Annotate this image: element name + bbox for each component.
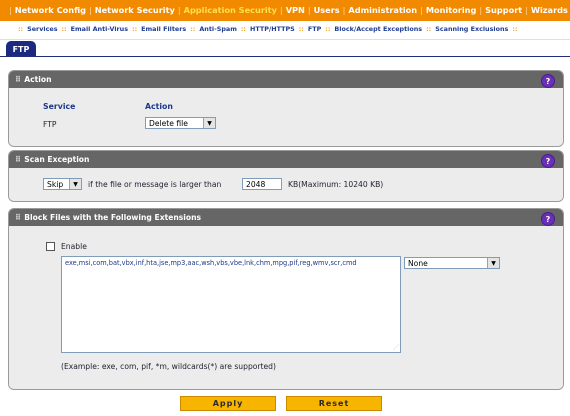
nav-administration[interactable]: Administration	[348, 5, 417, 15]
block-files-body: Enable exe,msi,com,bat,vbx,inf,hta,jse,m…	[9, 226, 563, 389]
scan-exception-panel: ⠿ Scan Exception ? Skip ▼ if the file or…	[8, 150, 564, 202]
scan-mode-select[interactable]: Skip ▼	[43, 178, 82, 190]
grip-icon: ⠿	[15, 155, 21, 164]
action-select[interactable]: Delete file ▼	[145, 117, 216, 129]
subnav-separator: ::	[18, 25, 24, 33]
sub-nav: :: Services :: Email Anti-Virus :: Email…	[0, 21, 570, 40]
extensions-value: exe,msi,com,bat,vbx,inf,hta,jse,mp3,aac,…	[65, 259, 357, 267]
subnav-scanning-exclusions[interactable]: Scanning Exclusions	[435, 25, 508, 33]
action-panel-body: Service Action FTP Delete file ▼	[9, 88, 563, 146]
subnav-email-filters[interactable]: Email Filters	[141, 25, 186, 33]
tab-underline	[0, 56, 570, 57]
enable-checkbox[interactable]	[46, 242, 55, 251]
tab-ftp[interactable]: FTP	[6, 41, 36, 57]
chevron-down-icon: ▼	[487, 258, 499, 268]
nav-separator: |	[279, 5, 283, 15]
reset-button[interactable]: Reset	[286, 396, 382, 411]
resize-handle-icon[interactable]: ⋰	[393, 345, 399, 351]
nav-separator: |	[307, 5, 311, 15]
subnav-separator: ::	[190, 25, 196, 33]
grip-icon: ⠿	[15, 213, 21, 222]
apply-button[interactable]: Apply	[180, 396, 276, 411]
subnav-services[interactable]: Services	[27, 25, 57, 33]
size-limit-value: 2048	[246, 179, 266, 189]
scan-exception-text-before: if the file or message is larger than	[88, 180, 222, 189]
help-icon[interactable]: ?	[541, 212, 555, 226]
scan-exception-body: Skip ▼ if the file or message is larger …	[9, 168, 563, 201]
action-column-header: Action	[145, 102, 173, 111]
subnav-separator: ::	[325, 25, 331, 33]
nav-users[interactable]: Users	[314, 5, 340, 15]
subnav-separator: ::	[512, 25, 518, 33]
nav-support[interactable]: Support	[485, 5, 522, 15]
help-icon[interactable]: ?	[541, 154, 555, 168]
subnav-separator: ::	[132, 25, 138, 33]
grip-icon: ⠿	[15, 75, 21, 84]
nav-separator: |	[89, 5, 92, 15]
example-hint: (Example: exe, com, pif, *m, wildcards(*…	[61, 362, 276, 371]
preset-select[interactable]: None ▼	[404, 257, 500, 269]
block-files-title: Block Files with the Following Extension…	[24, 213, 202, 222]
nav-separator: |	[342, 5, 346, 15]
nav-monitoring[interactable]: Monitoring	[426, 5, 476, 15]
nav-separator: |	[9, 5, 12, 15]
scan-exception-header: ⠿ Scan Exception ?	[9, 151, 563, 168]
subnav-separator: ::	[426, 25, 432, 33]
subnav-separator: ::	[61, 25, 67, 33]
nav-separator: |	[525, 5, 528, 15]
service-value: FTP	[43, 120, 57, 129]
nav-vpn[interactable]: VPN	[286, 5, 305, 15]
top-nav: | Network Config | Network Security | Ap…	[0, 0, 570, 21]
subnav-block-accept-exceptions[interactable]: Block/Accept Exceptions	[334, 25, 422, 33]
nav-separator: |	[420, 5, 423, 15]
scan-mode-value: Skip	[47, 179, 64, 189]
subnav-separator: ::	[240, 25, 246, 33]
subnav-email-anti-virus[interactable]: Email Anti-Virus	[71, 25, 128, 33]
size-limit-input[interactable]: 2048	[242, 178, 282, 190]
top-nav-items: | Network Config | Network Security | Ap…	[6, 4, 570, 16]
help-icon[interactable]: ?	[541, 74, 555, 88]
sub-nav-items: :: Services :: Email Anti-Virus :: Email…	[14, 23, 521, 35]
subnav-anti-spam[interactable]: Anti-Spam	[199, 25, 237, 33]
subnav-ftp[interactable]: FTP	[308, 25, 321, 33]
nav-application-security[interactable]: Application Security	[184, 5, 277, 15]
action-select-value: Delete file	[149, 118, 188, 128]
service-column-header: Service	[43, 102, 76, 111]
action-panel: ⠿ Action ? Service Action FTP Delete fil…	[8, 70, 564, 147]
nav-separator: |	[177, 5, 181, 15]
nav-network-config[interactable]: Network Config	[15, 5, 86, 15]
action-panel-title: Action	[24, 75, 52, 84]
preset-select-value: None	[408, 258, 428, 268]
nav-network-security[interactable]: Network Security	[95, 5, 175, 15]
block-files-header: ⠿ Block Files with the Following Extensi…	[9, 209, 563, 226]
action-panel-header: ⠿ Action ?	[9, 71, 563, 88]
nav-separator: |	[479, 5, 483, 15]
scan-exception-text-after: KB(Maximum: 10240 KB)	[288, 180, 384, 189]
block-files-panel: ⠿ Block Files with the Following Extensi…	[8, 208, 564, 390]
nav-wizards[interactable]: Wizards	[531, 5, 568, 15]
scan-exception-title: Scan Exception	[24, 155, 90, 164]
subnav-http-https[interactable]: HTTP/HTTPS	[250, 25, 295, 33]
chevron-down-icon: ▼	[203, 118, 215, 128]
chevron-down-icon: ▼	[69, 179, 81, 189]
extensions-textarea[interactable]: exe,msi,com,bat,vbx,inf,hta,jse,mp3,aac,…	[61, 256, 401, 353]
enable-label: Enable	[61, 242, 87, 251]
subnav-separator: ::	[298, 25, 304, 33]
